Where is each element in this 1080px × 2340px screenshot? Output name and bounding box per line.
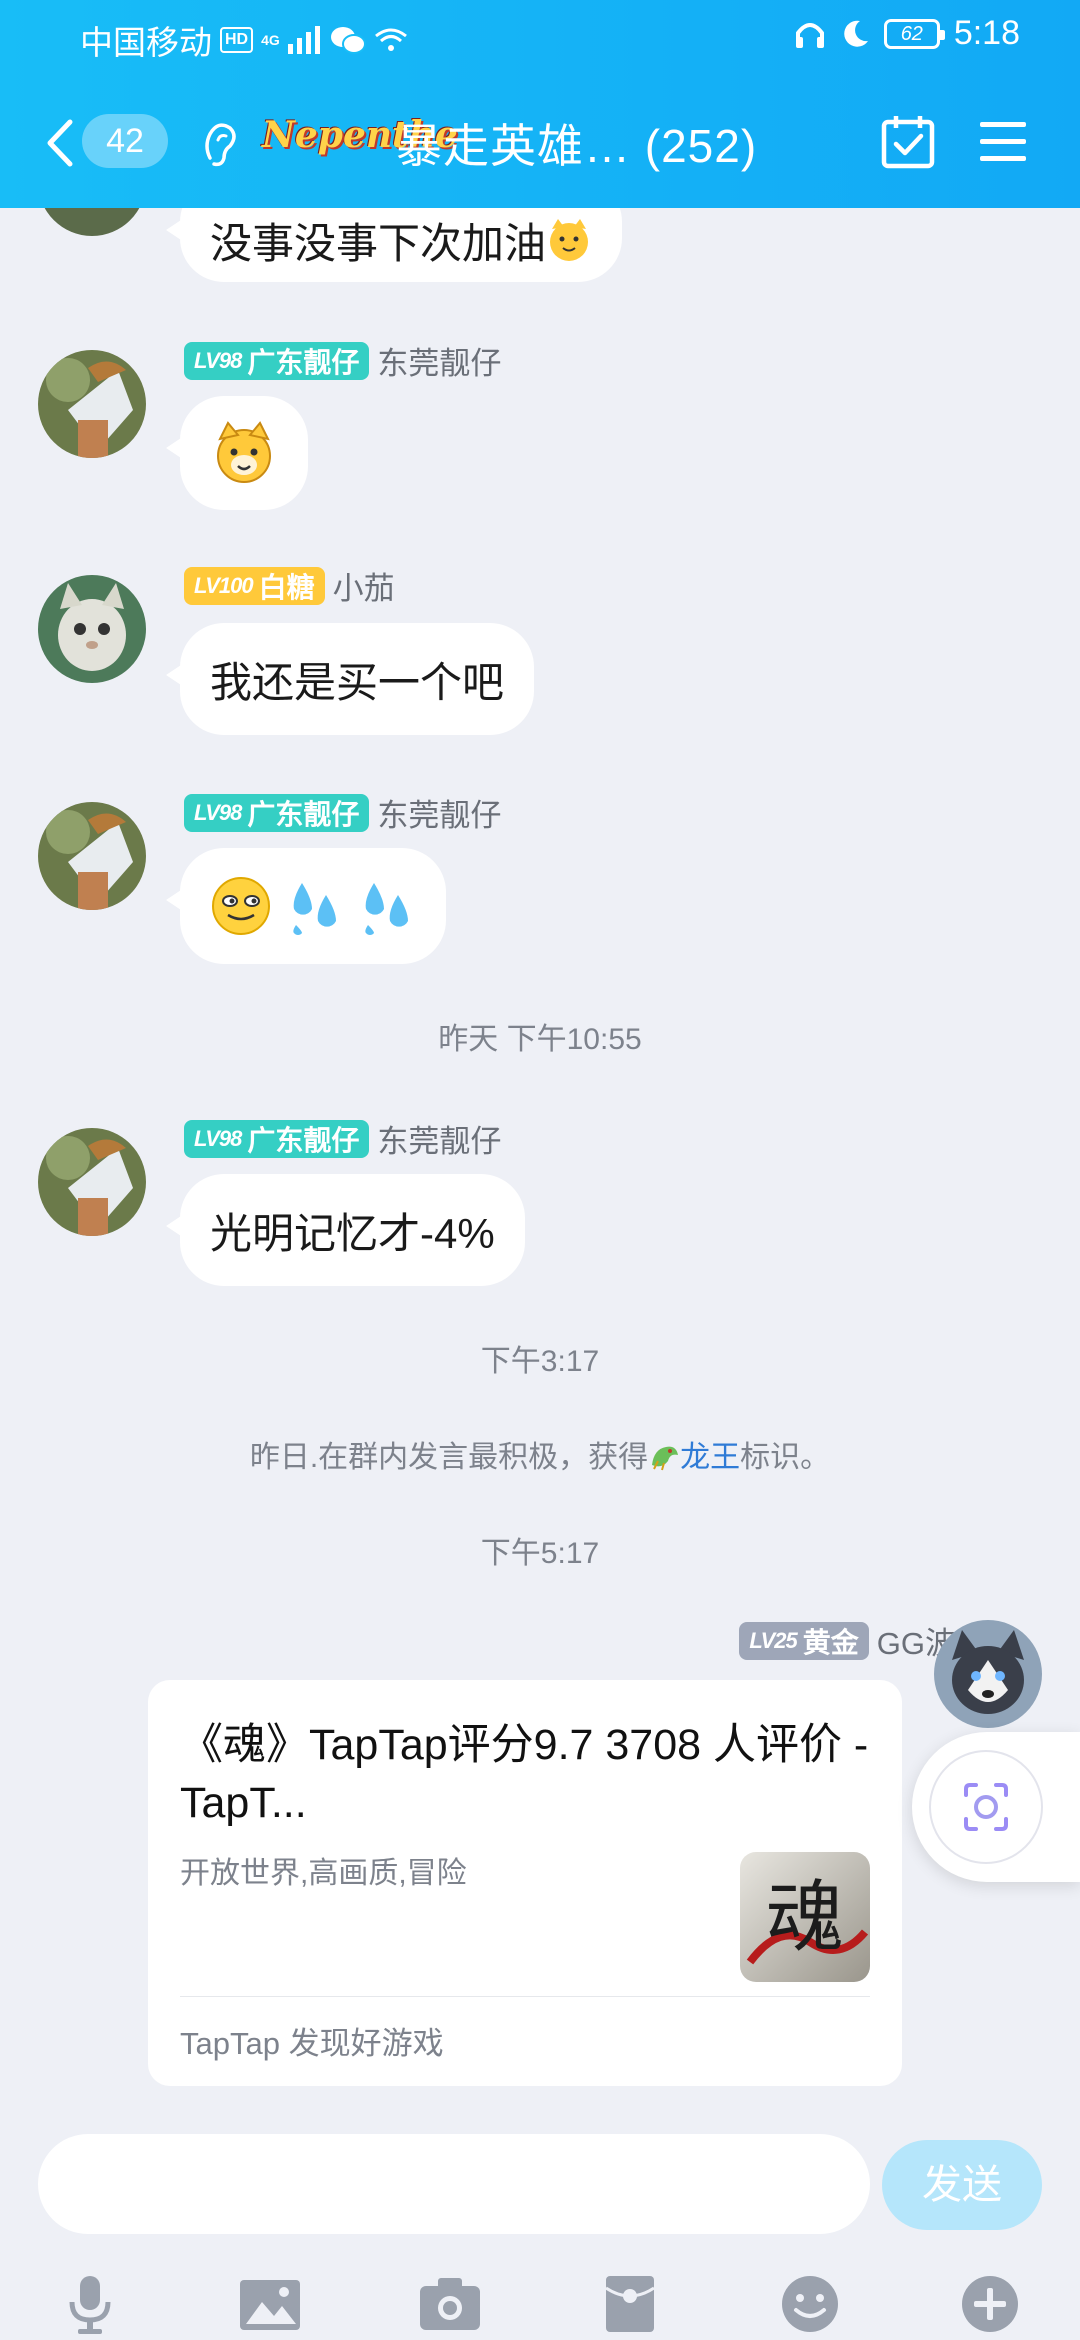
unread-count-badge[interactable]: 42 xyxy=(82,114,168,168)
network-type: 4G xyxy=(261,31,280,48)
nav-bar: 42 Nepenthe 暴走英雄… (252) xyxy=(0,100,1080,190)
header-bar: 中国移动 HD 4G 62 5:18 42 Nepenthe 暴走英雄… (25… xyxy=(0,0,1080,208)
sender-nickname[interactable]: 小茄 xyxy=(333,563,395,608)
share-card-subtitle: 开放世界,高画质,冒险 xyxy=(180,1857,467,1890)
message-bubble[interactable]: 我还是买一个吧 xyxy=(165,623,535,735)
message-meta: LV98 广东靓仔 东莞靓仔 xyxy=(184,1116,501,1161)
microphone-icon[interactable] xyxy=(58,2274,122,2334)
lens-icon xyxy=(929,1750,1043,1864)
game-thumbnail: 魂 xyxy=(740,1852,870,1982)
battery-icon: 62 xyxy=(883,18,945,49)
moon-icon xyxy=(844,20,868,47)
level-badge: LV98 广东靓仔 xyxy=(184,1119,370,1158)
sweat-drops-emoji xyxy=(365,883,408,935)
level-badge: LV100 白糖 xyxy=(184,566,325,605)
sticker-bubble[interactable] xyxy=(166,396,308,510)
share-card-source: TapTap 发现好游戏 xyxy=(180,2026,444,2061)
message-meta: LV25 黄金 GG波 xyxy=(739,1618,956,1663)
smirk-face-emoji xyxy=(212,877,270,935)
group-title[interactable]: 暴走英雄… (252) xyxy=(396,110,757,176)
yellow-dog-emoji xyxy=(217,421,271,483)
red-packet-icon[interactable] xyxy=(598,2274,662,2334)
message-input[interactable] xyxy=(38,2134,870,2234)
sender-nickname[interactable]: 东莞靓仔 xyxy=(377,338,501,383)
message-text: 光明记忆才-4% xyxy=(210,1209,495,1257)
signal-icon xyxy=(287,26,320,54)
avatar[interactable] xyxy=(38,802,146,910)
level-badge: LV25 黄金 xyxy=(739,1621,869,1660)
image-icon[interactable] xyxy=(238,2274,302,2334)
sender-nickname[interactable]: 东莞靓仔 xyxy=(377,1116,501,1161)
dragon-icon xyxy=(652,1446,679,1471)
floating-lens-button[interactable] xyxy=(912,1732,1080,1882)
thumbnail-glyph: 魂 xyxy=(766,1873,844,1963)
menu-icon[interactable] xyxy=(978,120,1028,164)
input-area: 发送 xyxy=(0,2120,1080,2340)
message-text: 我还是买一个吧 xyxy=(210,658,505,706)
sweat-drops-emoji xyxy=(293,883,336,935)
input-toolbar xyxy=(0,2270,1080,2340)
ear-icon[interactable] xyxy=(200,118,240,168)
carrier-group: 中国移动 HD 4G xyxy=(80,16,408,64)
avatar[interactable] xyxy=(38,350,146,458)
send-button[interactable]: 发送 xyxy=(882,2140,1042,2230)
hd-icon: HD xyxy=(220,27,254,53)
system-notice: 昨日.在群内发言最积极，获得 龙王标识。 xyxy=(249,1441,831,1474)
message-text: 没事没事下次加油 xyxy=(210,219,547,267)
clock: 5:18 xyxy=(953,14,1020,52)
emoji-bubble[interactable] xyxy=(166,848,446,964)
share-card[interactable]: 《魂》TapTap评分9.7 3708 人评价 - TapT... 开放世界,高… xyxy=(148,1680,902,2086)
dragon-king-label[interactable]: 龙王 xyxy=(680,1441,740,1474)
message-meta: LV100 白糖 小茄 xyxy=(184,563,395,608)
emoji-icon[interactable] xyxy=(778,2274,842,2334)
chat-area[interactable]: 没事没事下次加油 LV98 广东靓仔 东莞靓仔 LV100 白糖 小茄 我还是买一个… xyxy=(0,208,1080,2120)
sender-nickname[interactable]: 东莞靓仔 xyxy=(377,790,501,835)
avatar[interactable] xyxy=(934,1620,1042,1728)
carrier-name: 中国移动 xyxy=(80,24,212,61)
dog-face-emoji xyxy=(550,219,589,261)
message-meta: LV98 广东靓仔 东莞靓仔 xyxy=(184,338,501,383)
plus-icon[interactable] xyxy=(958,2274,1022,2334)
headphone-icon xyxy=(795,22,824,48)
wechat-icon xyxy=(330,27,366,54)
level-badge: LV98 广东靓仔 xyxy=(184,341,370,380)
divider xyxy=(180,1996,870,1997)
message-bubble[interactable]: 没事没事下次加油 xyxy=(165,208,623,282)
avatar[interactable] xyxy=(38,208,146,236)
calendar-check-icon[interactable] xyxy=(880,114,936,170)
status-bar: 中国移动 HD 4G 62 5:18 xyxy=(0,0,1080,72)
camera-icon[interactable] xyxy=(418,2274,482,2334)
wifi-icon xyxy=(374,28,407,51)
level-badge: LV98 广东靓仔 xyxy=(184,793,370,832)
status-right: 62 5:18 xyxy=(794,14,1020,53)
time-separator: 下午3:17 xyxy=(480,1345,600,1378)
back-icon[interactable] xyxy=(40,116,80,170)
time-separator: 下午5:17 xyxy=(480,1537,600,1570)
share-card-title: 《魂》TapTap评分9.7 3708 人评价 - TapT... xyxy=(180,1721,869,1827)
avatar[interactable] xyxy=(38,1128,146,1236)
message-bubble[interactable]: 光明记忆才-4% xyxy=(166,1174,525,1286)
message-meta: LV98 广东靓仔 东莞靓仔 xyxy=(184,790,501,835)
avatar[interactable] xyxy=(38,575,146,683)
time-separator: 昨天 下午10:55 xyxy=(438,1023,642,1056)
